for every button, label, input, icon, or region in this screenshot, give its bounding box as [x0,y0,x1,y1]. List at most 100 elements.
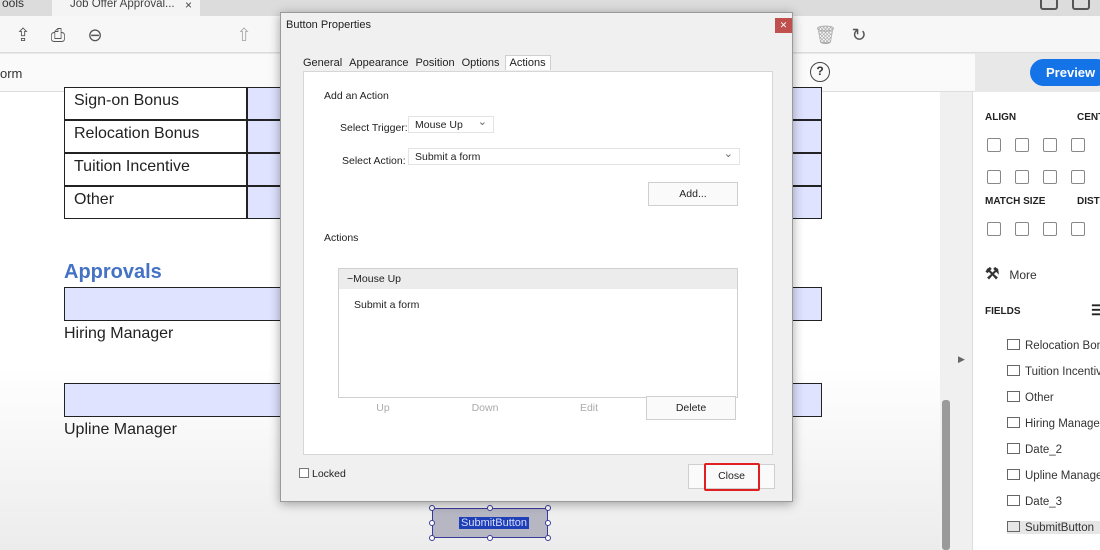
resize-handle[interactable] [429,520,435,526]
field-list-item[interactable]: Date_2 [1007,443,1062,456]
form-field[interactable] [792,87,822,120]
delete-icon[interactable]: 🗑 [814,24,837,46]
delete-button[interactable]: Delete [646,396,736,420]
close-button-highlight [704,463,760,491]
form-field[interactable] [792,153,822,186]
redo-icon[interactable]: ↻ [848,24,870,46]
distribute-heading: DISTI [1077,196,1100,207]
section-heading: Approvals [64,261,162,283]
form-field[interactable] [247,87,282,120]
locked-label: Locked [312,468,346,480]
edit-button[interactable]: Edit [553,396,625,420]
select-action-dropdown[interactable]: Submit a form [408,147,740,165]
hiring-manager-label: Hiring Manager [64,325,174,342]
scrollbar[interactable] [942,400,950,550]
align-left-icon[interactable] [987,138,1001,152]
select-trigger-label: Select Trigger: [340,122,408,134]
right-panel: ALIGN CENT MATCH SIZE DISTI ⚒ More FIELDS… [972,92,1100,550]
resize-handle[interactable] [545,535,551,541]
select-action-label: Select Action: [342,155,406,167]
row-label: Relocation Bonus [64,120,247,153]
tab-tools[interactable]: ools [0,0,48,14]
submit-button-field[interactable]: SubmitButton [432,508,548,538]
resize-handle[interactable] [545,520,551,526]
tree-action-item[interactable]: Submit a form [354,299,419,311]
tab-appearance[interactable]: Appearance [349,57,408,69]
row-label: Sign-on Bonus [64,87,247,120]
checkbox-icon[interactable] [299,468,309,478]
align-right-icon[interactable] [1043,138,1057,152]
align-heading: ALIGN [985,112,1017,123]
center-horizontal-icon[interactable] [1071,138,1085,152]
field-list-item[interactable]: Date_3 [1007,495,1062,508]
tab-position[interactable]: Position [415,57,454,69]
help-icon[interactable]: ? [810,62,830,82]
row-label: Other [64,186,247,219]
field-list-item[interactable]: Tuition Incentiv [1007,365,1100,378]
up-button[interactable]: Up [347,396,419,420]
preview-button[interactable]: Preview [1030,59,1100,86]
resize-handle[interactable] [429,535,435,541]
tab-actions[interactable]: Actions [504,55,551,70]
match-height-icon[interactable] [1015,222,1029,236]
button-properties-dialog: Button Properties ✕ General Appearance Pos… [280,12,793,502]
top-right-icons [1030,0,1090,15]
dialog-close-icon[interactable]: ✕ [775,18,792,33]
tab-document-label: Job Offer Approval... [70,0,175,10]
tree-trigger-label: Mouse Up [353,273,401,285]
upline-manager-label: Upline Manager [64,421,177,438]
form-field[interactable] [247,186,282,219]
distribute-icon[interactable] [1071,222,1085,236]
match-size-icons [987,222,1099,241]
align-middle-icon[interactable] [1015,170,1029,184]
form-field[interactable] [792,120,822,153]
align-icons-row-1 [987,138,1099,157]
field-list-item-selected[interactable]: SubmitButton [1007,521,1100,534]
resize-handle[interactable] [545,505,551,511]
upload-icon[interactable]: ⇪ [12,24,34,46]
actions-heading: Actions [324,232,359,244]
align-top-icon[interactable] [987,170,1001,184]
match-width-icon[interactable] [987,222,1001,236]
tab-options[interactable]: Options [462,57,500,69]
resize-handle[interactable] [487,535,493,541]
fields-menu-icon[interactable]: ☰ [1091,302,1100,319]
match-both-icon[interactable] [1043,222,1057,236]
center-heading: CENT [1077,112,1100,123]
form-field[interactable] [247,120,282,153]
align-center-icon[interactable] [1015,138,1029,152]
print-icon[interactable]: ⎙ [47,24,69,46]
form-field[interactable] [792,186,822,219]
field-list-item[interactable]: Relocation Boni [1007,339,1100,352]
expand-arrow-icon[interactable]: ▶ [958,354,965,365]
select-trigger-dropdown[interactable]: Mouse Up [408,115,494,133]
actions-tree[interactable]: −Mouse Up Submit a form [338,268,738,398]
account-icon[interactable] [1039,0,1058,10]
field-list-item[interactable]: Upline Manage [1007,469,1100,482]
page-up-icon[interactable]: ⇧ [233,24,255,46]
down-button[interactable]: Down [449,396,521,420]
form-mode-label: orm [0,66,23,81]
resize-handle[interactable] [429,505,435,511]
chat-icon[interactable] [1072,0,1090,10]
add-button[interactable]: Add... [648,182,738,206]
field-list-item[interactable]: Other [1007,391,1054,404]
fields-heading: FIELDS [985,306,1021,317]
add-action-heading: Add an Action [324,90,389,102]
more-button[interactable]: ⚒ More [985,264,1037,284]
match-size-heading: MATCH SIZE [985,196,1046,207]
more-label: More [1009,268,1037,282]
resize-handle[interactable] [487,505,493,511]
field-list-item[interactable]: Hiring Manage [1007,417,1100,430]
form-field[interactable] [247,153,282,186]
locked-checkbox[interactable]: Locked [299,468,346,480]
tree-trigger-node[interactable]: −Mouse Up [339,269,737,289]
tools-icon: ⚒ [985,266,1000,283]
center-both-icon[interactable] [1071,170,1085,184]
tab-document[interactable]: Job Offer Approval... × [52,0,200,16]
tab-general[interactable]: General [303,57,342,69]
align-bottom-icon[interactable] [1043,170,1057,184]
dialog-title: Button Properties [286,19,371,31]
zoom-out-icon[interactable]: ⊖ [84,24,106,46]
close-tab-icon[interactable]: × [185,0,192,12]
